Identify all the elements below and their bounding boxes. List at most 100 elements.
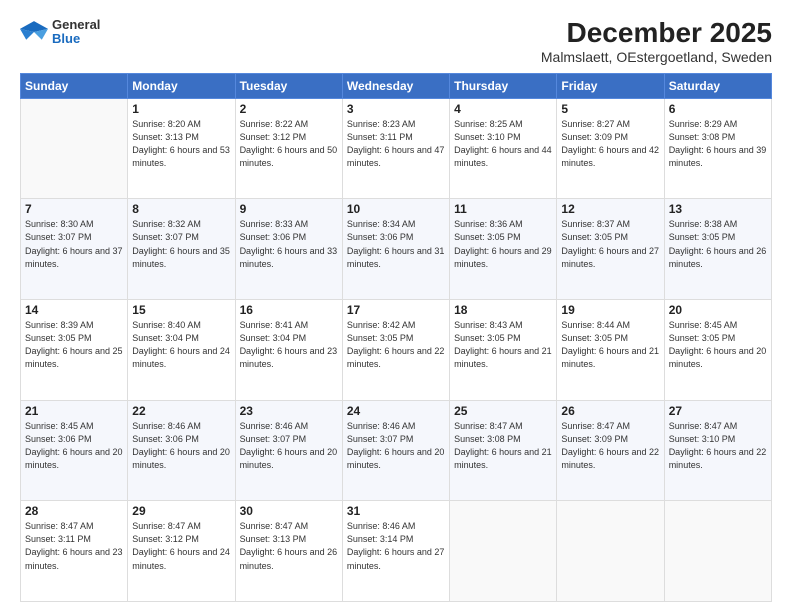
logo-blue: Blue (52, 32, 100, 46)
calendar-day-cell: 3 Sunrise: 8:23 AM Sunset: 3:11 PM Dayli… (342, 98, 449, 199)
calendar-day-cell: 24 Sunrise: 8:46 AM Sunset: 3:07 PM Dayl… (342, 400, 449, 501)
calendar-day-header: Sunday (21, 73, 128, 98)
day-number: 25 (454, 404, 552, 418)
day-info: Sunrise: 8:38 AM Sunset: 3:05 PM Dayligh… (669, 218, 767, 270)
title-block: December 2025 Malmslaett, OEstergoetland… (541, 18, 772, 65)
day-number: 27 (669, 404, 767, 418)
calendar-day-header: Wednesday (342, 73, 449, 98)
day-info: Sunrise: 8:20 AM Sunset: 3:13 PM Dayligh… (132, 118, 230, 170)
logo: General Blue (20, 18, 100, 47)
day-number: 1 (132, 102, 230, 116)
day-info: Sunrise: 8:39 AM Sunset: 3:05 PM Dayligh… (25, 319, 123, 371)
calendar-day-cell: 12 Sunrise: 8:37 AM Sunset: 3:05 PM Dayl… (557, 199, 664, 300)
day-info: Sunrise: 8:25 AM Sunset: 3:10 PM Dayligh… (454, 118, 552, 170)
day-number: 19 (561, 303, 659, 317)
day-info: Sunrise: 8:41 AM Sunset: 3:04 PM Dayligh… (240, 319, 338, 371)
calendar-day-cell: 21 Sunrise: 8:45 AM Sunset: 3:06 PM Dayl… (21, 400, 128, 501)
day-info: Sunrise: 8:36 AM Sunset: 3:05 PM Dayligh… (454, 218, 552, 270)
day-info: Sunrise: 8:44 AM Sunset: 3:05 PM Dayligh… (561, 319, 659, 371)
day-info: Sunrise: 8:27 AM Sunset: 3:09 PM Dayligh… (561, 118, 659, 170)
calendar-day-header: Saturday (664, 73, 771, 98)
day-info: Sunrise: 8:42 AM Sunset: 3:05 PM Dayligh… (347, 319, 445, 371)
day-number: 23 (240, 404, 338, 418)
calendar-day-cell (557, 501, 664, 602)
calendar-day-cell: 22 Sunrise: 8:46 AM Sunset: 3:06 PM Dayl… (128, 400, 235, 501)
day-info: Sunrise: 8:43 AM Sunset: 3:05 PM Dayligh… (454, 319, 552, 371)
calendar-week-row: 7 Sunrise: 8:30 AM Sunset: 3:07 PM Dayli… (21, 199, 772, 300)
calendar-week-row: 21 Sunrise: 8:45 AM Sunset: 3:06 PM Dayl… (21, 400, 772, 501)
day-number: 5 (561, 102, 659, 116)
logo-general: General (52, 18, 100, 32)
day-info: Sunrise: 8:46 AM Sunset: 3:07 PM Dayligh… (240, 420, 338, 472)
calendar-day-header: Thursday (450, 73, 557, 98)
day-info: Sunrise: 8:47 AM Sunset: 3:10 PM Dayligh… (669, 420, 767, 472)
day-info: Sunrise: 8:47 AM Sunset: 3:11 PM Dayligh… (25, 520, 123, 572)
day-number: 14 (25, 303, 123, 317)
calendar-day-cell: 16 Sunrise: 8:41 AM Sunset: 3:04 PM Dayl… (235, 300, 342, 401)
calendar-day-cell: 1 Sunrise: 8:20 AM Sunset: 3:13 PM Dayli… (128, 98, 235, 199)
day-number: 29 (132, 504, 230, 518)
calendar-week-row: 1 Sunrise: 8:20 AM Sunset: 3:13 PM Dayli… (21, 98, 772, 199)
calendar-day-cell: 13 Sunrise: 8:38 AM Sunset: 3:05 PM Dayl… (664, 199, 771, 300)
page-subtitle: Malmslaett, OEstergoetland, Sweden (541, 49, 772, 65)
calendar-day-cell: 4 Sunrise: 8:25 AM Sunset: 3:10 PM Dayli… (450, 98, 557, 199)
calendar-day-header: Monday (128, 73, 235, 98)
day-info: Sunrise: 8:33 AM Sunset: 3:06 PM Dayligh… (240, 218, 338, 270)
calendar-day-cell: 2 Sunrise: 8:22 AM Sunset: 3:12 PM Dayli… (235, 98, 342, 199)
day-info: Sunrise: 8:47 AM Sunset: 3:08 PM Dayligh… (454, 420, 552, 472)
day-number: 16 (240, 303, 338, 317)
calendar-day-cell: 31 Sunrise: 8:46 AM Sunset: 3:14 PM Dayl… (342, 501, 449, 602)
calendar-day-cell: 5 Sunrise: 8:27 AM Sunset: 3:09 PM Dayli… (557, 98, 664, 199)
day-info: Sunrise: 8:45 AM Sunset: 3:05 PM Dayligh… (669, 319, 767, 371)
day-info: Sunrise: 8:30 AM Sunset: 3:07 PM Dayligh… (25, 218, 123, 270)
calendar-day-cell: 25 Sunrise: 8:47 AM Sunset: 3:08 PM Dayl… (450, 400, 557, 501)
calendar-day-cell: 17 Sunrise: 8:42 AM Sunset: 3:05 PM Dayl… (342, 300, 449, 401)
day-number: 21 (25, 404, 123, 418)
calendar-day-cell (450, 501, 557, 602)
logo-bird-icon (20, 18, 48, 46)
calendar-day-cell: 7 Sunrise: 8:30 AM Sunset: 3:07 PM Dayli… (21, 199, 128, 300)
day-number: 3 (347, 102, 445, 116)
calendar-day-cell: 28 Sunrise: 8:47 AM Sunset: 3:11 PM Dayl… (21, 501, 128, 602)
calendar-day-cell: 23 Sunrise: 8:46 AM Sunset: 3:07 PM Dayl… (235, 400, 342, 501)
calendar-week-row: 28 Sunrise: 8:47 AM Sunset: 3:11 PM Dayl… (21, 501, 772, 602)
calendar-day-header: Friday (557, 73, 664, 98)
day-info: Sunrise: 8:37 AM Sunset: 3:05 PM Dayligh… (561, 218, 659, 270)
calendar-day-cell: 30 Sunrise: 8:47 AM Sunset: 3:13 PM Dayl… (235, 501, 342, 602)
page: General Blue December 2025 Malmslaett, O… (0, 0, 792, 612)
header: General Blue December 2025 Malmslaett, O… (20, 18, 772, 65)
calendar-day-cell: 15 Sunrise: 8:40 AM Sunset: 3:04 PM Dayl… (128, 300, 235, 401)
day-info: Sunrise: 8:34 AM Sunset: 3:06 PM Dayligh… (347, 218, 445, 270)
day-info: Sunrise: 8:47 AM Sunset: 3:13 PM Dayligh… (240, 520, 338, 572)
day-info: Sunrise: 8:29 AM Sunset: 3:08 PM Dayligh… (669, 118, 767, 170)
logo-text: General Blue (52, 18, 100, 47)
day-number: 7 (25, 202, 123, 216)
day-number: 22 (132, 404, 230, 418)
day-number: 6 (669, 102, 767, 116)
page-title: December 2025 (541, 18, 772, 49)
day-info: Sunrise: 8:46 AM Sunset: 3:14 PM Dayligh… (347, 520, 445, 572)
day-number: 11 (454, 202, 552, 216)
day-info: Sunrise: 8:23 AM Sunset: 3:11 PM Dayligh… (347, 118, 445, 170)
calendar-header-row: SundayMondayTuesdayWednesdayThursdayFrid… (21, 73, 772, 98)
calendar-day-cell: 20 Sunrise: 8:45 AM Sunset: 3:05 PM Dayl… (664, 300, 771, 401)
calendar-table: SundayMondayTuesdayWednesdayThursdayFrid… (20, 73, 772, 602)
day-info: Sunrise: 8:47 AM Sunset: 3:09 PM Dayligh… (561, 420, 659, 472)
calendar-day-cell: 9 Sunrise: 8:33 AM Sunset: 3:06 PM Dayli… (235, 199, 342, 300)
day-number: 9 (240, 202, 338, 216)
calendar-day-cell (664, 501, 771, 602)
day-info: Sunrise: 8:46 AM Sunset: 3:07 PM Dayligh… (347, 420, 445, 472)
calendar-day-cell: 19 Sunrise: 8:44 AM Sunset: 3:05 PM Dayl… (557, 300, 664, 401)
day-number: 18 (454, 303, 552, 317)
calendar-day-cell: 29 Sunrise: 8:47 AM Sunset: 3:12 PM Dayl… (128, 501, 235, 602)
day-number: 10 (347, 202, 445, 216)
calendar-week-row: 14 Sunrise: 8:39 AM Sunset: 3:05 PM Dayl… (21, 300, 772, 401)
calendar-day-cell: 10 Sunrise: 8:34 AM Sunset: 3:06 PM Dayl… (342, 199, 449, 300)
day-number: 17 (347, 303, 445, 317)
calendar-day-cell: 27 Sunrise: 8:47 AM Sunset: 3:10 PM Dayl… (664, 400, 771, 501)
calendar-day-header: Tuesday (235, 73, 342, 98)
day-number: 20 (669, 303, 767, 317)
calendar-day-cell: 6 Sunrise: 8:29 AM Sunset: 3:08 PM Dayli… (664, 98, 771, 199)
day-number: 4 (454, 102, 552, 116)
day-info: Sunrise: 8:32 AM Sunset: 3:07 PM Dayligh… (132, 218, 230, 270)
